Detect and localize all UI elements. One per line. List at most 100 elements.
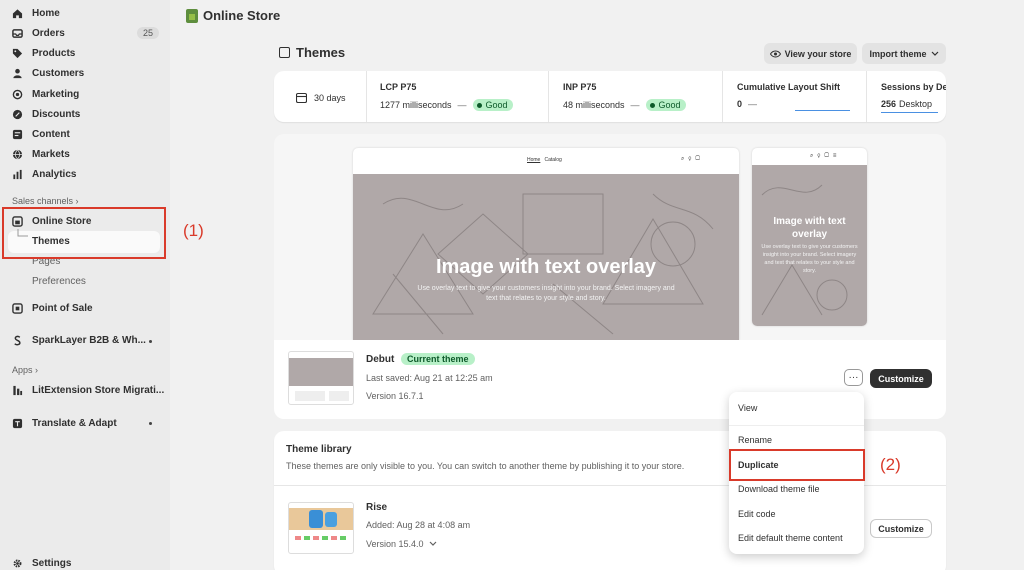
- sidebar-item-label: SparkLayer B2B & Wh...: [32, 334, 146, 346]
- globe-icon: [11, 148, 23, 160]
- content-icon: [11, 128, 23, 140]
- rise-theme-thumbnail: [288, 502, 354, 554]
- date-range-selector[interactable]: 30 days: [296, 92, 346, 103]
- metric-divider: [722, 71, 723, 122]
- cls-value[interactable]: 0 —: [737, 99, 757, 109]
- mobile-header-icons: ⌕⚲▢≡: [810, 153, 841, 159]
- sidebar-item-markets[interactable]: Markets: [11, 146, 70, 162]
- orders-count-badge: 25: [137, 27, 160, 39]
- eye-icon: [769, 50, 781, 57]
- lcp-value[interactable]: 1277 milliseconds — Good: [380, 99, 513, 111]
- ellipsis-icon: ···: [848, 372, 859, 383]
- sidebar-item-label: Orders: [32, 27, 65, 39]
- sidebar-item-label: Home: [32, 7, 60, 19]
- customize-library-theme-button[interactable]: Customize: [870, 519, 932, 538]
- highlight-box-online-store: [2, 207, 166, 259]
- date-range-label: 30 days: [314, 92, 346, 103]
- menu-item-download-theme-file[interactable]: Download theme file: [738, 484, 820, 494]
- menu-item-edit-code[interactable]: Edit code: [738, 509, 776, 519]
- preview-nav: Home Catalog: [527, 157, 562, 163]
- view-store-button[interactable]: View your store: [764, 43, 857, 64]
- menu-item-rename[interactable]: Rename: [738, 435, 772, 445]
- sales-channels-label[interactable]: Sales channels ›: [12, 196, 79, 206]
- sparklayer-icon: [11, 334, 23, 346]
- theme-library-description: These themes are only visible to you. Yo…: [286, 461, 685, 471]
- menu-item-edit-default-theme-content[interactable]: Edit default theme content: [738, 533, 843, 543]
- litextension-icon: [11, 384, 23, 396]
- menu-item-view[interactable]: View: [738, 403, 757, 413]
- pos-icon: [11, 302, 23, 314]
- sessions-device: Desktop: [899, 99, 933, 109]
- sessions-underline: [881, 112, 938, 113]
- sidebar-item-content[interactable]: Content: [11, 126, 70, 142]
- sidebar-item-customers[interactable]: Customers: [11, 65, 84, 81]
- apps-label[interactable]: Apps ›: [12, 365, 38, 375]
- cls-title: Cumulative Layout Shift: [737, 82, 841, 92]
- menu-separator: [729, 425, 864, 426]
- sidebar-item-label: Settings: [32, 557, 72, 569]
- mobile-preview[interactable]: ⌕⚲▢≡ Image with text overlay Use overlay…: [752, 148, 867, 326]
- trend-dash: —: [748, 99, 758, 109]
- trend-dash: —: [457, 100, 467, 110]
- sidebar-item-home[interactable]: Home: [11, 5, 60, 21]
- sidebar-item-label: Markets: [32, 148, 70, 160]
- inp-title: INP P75: [563, 82, 597, 92]
- metric-divider: [366, 71, 367, 122]
- import-theme-button[interactable]: Import theme: [862, 43, 946, 64]
- more-dot-icon: [149, 422, 152, 425]
- inp-value[interactable]: 48 milliseconds — Good: [563, 99, 686, 111]
- sidebar-subitem-preferences[interactable]: Preferences: [32, 276, 86, 287]
- current-theme-badge: Current theme: [401, 353, 475, 365]
- library-theme-name: Rise: [366, 502, 388, 513]
- sessions-count: 256: [881, 99, 897, 109]
- sidebar-item-label: Translate & Adapt: [32, 417, 117, 429]
- debut-theme-thumbnail: [288, 351, 354, 405]
- sidebar-item-products[interactable]: Products: [11, 45, 75, 61]
- highlight-box-duplicate: [729, 449, 865, 481]
- hero-subtitle: Use overlay text to give your customers …: [417, 285, 675, 302]
- discount-icon: [11, 108, 23, 120]
- theme-icon: [279, 47, 290, 58]
- sessions-title: Sessions by De: [881, 82, 946, 92]
- metric-divider: [548, 71, 549, 122]
- current-theme-name: Debut: [366, 354, 395, 365]
- page-title-text: Themes: [296, 45, 346, 60]
- library-theme-version[interactable]: Version 15.4.0: [366, 539, 437, 549]
- theme-version-text: Version 16.7.1: [366, 391, 424, 401]
- customize-current-theme-button[interactable]: Customize: [870, 369, 932, 388]
- mobile-hero-title: Image with text overlay: [773, 216, 846, 240]
- inp-status-badge: Good: [645, 99, 686, 111]
- translate-icon: [11, 417, 23, 429]
- target-icon: [11, 88, 23, 100]
- sidebar-item-translate[interactable]: Translate & Adapt: [11, 415, 117, 431]
- cls-value-text: 0: [737, 99, 743, 109]
- metric-divider: [866, 71, 867, 122]
- annotation-label-1: (1): [183, 221, 204, 240]
- lcp-status-badge: Good: [472, 99, 513, 111]
- sidebar-item-litextension[interactable]: LitExtension Store Migrati...: [11, 382, 164, 398]
- lcp-value-text: 1277 milliseconds: [380, 100, 452, 110]
- sidebar-item-marketing[interactable]: Marketing: [11, 86, 79, 102]
- sidebar-item-analytics[interactable]: Analytics: [11, 166, 76, 182]
- store-title-text: Online Store: [203, 8, 281, 23]
- sidebar-item-label: Customers: [32, 67, 85, 79]
- sidebar-item-label: Content: [32, 128, 70, 140]
- sessions-value[interactable]: 256 Desktop: [881, 99, 932, 109]
- sidebar-item-label: Analytics: [32, 168, 77, 180]
- sidebar-item-label: Marketing: [32, 88, 80, 100]
- sidebar-item-sparklayer[interactable]: SparkLayer B2B & Wh...: [11, 332, 146, 348]
- sidebar-item-label: LitExtension Store Migrati...: [32, 384, 165, 396]
- last-saved-text: Last saved: Aug 21 at 12:25 am: [366, 373, 493, 383]
- lcp-title: LCP P75: [380, 82, 417, 92]
- sidebar-item-settings[interactable]: Settings: [11, 555, 71, 570]
- calendar-icon: [296, 92, 307, 103]
- sidebar-item-point-of-sale[interactable]: Point of Sale: [11, 300, 93, 316]
- inp-value-text: 48 milliseconds: [563, 100, 625, 110]
- sidebar-item-orders[interactable]: Orders: [11, 25, 65, 41]
- mobile-hero-subtitle: Use overlay text to give your customers …: [761, 244, 858, 274]
- desktop-preview[interactable]: Home Catalog ⌕⚲▢ Image with text overlay…: [353, 148, 739, 341]
- more-actions-button[interactable]: ···: [844, 369, 863, 386]
- preview-header-icons: ⌕⚲▢: [681, 156, 704, 162]
- sidebar-item-discounts[interactable]: Discounts: [11, 106, 80, 122]
- more-dot-icon: [149, 340, 152, 343]
